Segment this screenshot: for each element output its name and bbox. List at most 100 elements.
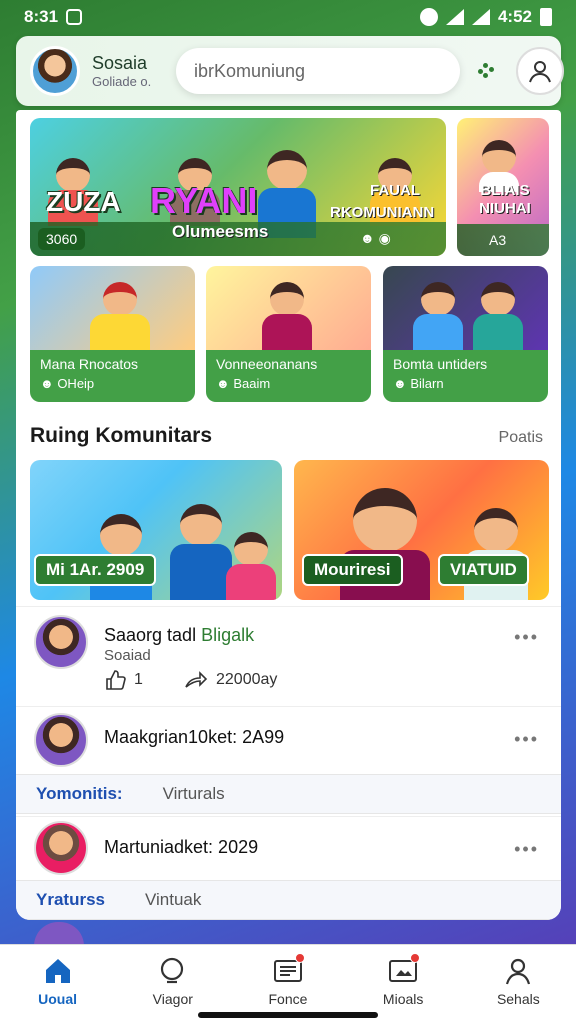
user-icon: ☻ [40, 376, 54, 391]
post-tab-row: Yomonitis: Virturals [16, 774, 561, 814]
home-icon [42, 955, 74, 987]
person-icon [502, 955, 534, 987]
battery-icon [540, 8, 552, 26]
status-time: 8:31 [24, 7, 59, 26]
category-title: Mana Rnocatos [40, 356, 139, 372]
profile-button[interactable] [516, 47, 564, 95]
home-indicator [198, 1012, 378, 1018]
side-banner-chip: A3 [489, 232, 507, 248]
category-sub-label: Bilarn [410, 376, 444, 391]
location-icon [419, 8, 438, 26]
user-icon: ☻ [393, 376, 407, 391]
like-button[interactable]: 1 [104, 669, 143, 691]
category-art [383, 266, 548, 350]
feature-tile[interactable]: Mi 1Ar. 2909 [30, 460, 282, 600]
nav-label: Viagor [152, 991, 193, 1007]
banner-top-label: FAUAL [370, 182, 420, 199]
wifi-icon [471, 9, 490, 25]
share-button[interactable]: 22000ay [184, 669, 277, 691]
category-sub: ☻ OHeip [40, 376, 185, 391]
section-header: Ruing Komunitars Poatis [30, 424, 543, 448]
category-card[interactable]: Vonneeonanans ☻ Baaim [206, 266, 371, 402]
share-text: 22000ay [216, 671, 278, 688]
paw-icon[interactable] [478, 63, 494, 79]
nav-profile[interactable]: Sehals [473, 955, 563, 1007]
category-sub: ☻ Baaim [216, 376, 361, 391]
tab-virtual[interactable]: Vintuak [145, 890, 201, 910]
like-count: 1 [134, 671, 143, 688]
user-icon: ☻ [216, 376, 230, 391]
tile-label-left: Mouriresi [302, 554, 403, 586]
banner-right-label: RKOMUNIANN [330, 204, 435, 221]
post-avatar[interactable] [34, 713, 88, 767]
feature-tile[interactable]: Mouriresi VIATUID [294, 460, 549, 600]
category-title: Bomta untiders [393, 356, 488, 372]
category-footer: Mana Rnocatos ☻ OHeip [30, 350, 195, 402]
main-content: ZUZA RYANI Olumeesms FAUAL RKOMUNIANN ☻ … [16, 110, 561, 920]
banner-subtitle: Olumeesms [172, 222, 269, 241]
section-title: Ruing Komunitars [30, 424, 212, 447]
nav-label: Fonce [268, 991, 308, 1007]
category-sub-label: OHeip [57, 376, 95, 391]
tile-figure [226, 532, 276, 600]
feed-post[interactable]: Maakgrian10ket: 2A99 ••• [16, 706, 561, 772]
status-right-time: 4:52 [497, 7, 532, 26]
nav-label: Uoual [38, 991, 78, 1007]
person-icon [529, 61, 551, 83]
featured-banner[interactable]: ZUZA RYANI Olumeesms FAUAL RKOMUNIANN ☻ … [30, 118, 446, 256]
post-subtitle: Soaiad [104, 647, 151, 664]
post-title: Saaorg tadl Bligalk [104, 625, 254, 646]
post-title-main: Saaorg tadl [104, 625, 202, 645]
share-icon [185, 671, 208, 688]
notification-icon [66, 9, 83, 25]
feed-post[interactable]: Saaorg tadl Bligalk Soaiad ••• 1 22000ay [16, 606, 561, 706]
more-options-icon[interactable]: ••• [514, 729, 539, 750]
category-art [206, 266, 371, 350]
feed-post[interactable]: Martuniadket: 2029 ••• [16, 816, 561, 880]
tile-label-right: VIATUID [438, 554, 529, 586]
category-figure [473, 282, 523, 350]
nav-home[interactable]: Uoual [13, 955, 103, 1007]
post-title-highlight: Bligalk [201, 625, 255, 645]
side-banner[interactable]: BLIAIS NIUHAI A3 [457, 118, 549, 256]
tab-virtual[interactable]: Virturals [163, 784, 225, 804]
category-art [30, 266, 195, 350]
banner-left-title: ZUZA [46, 186, 121, 217]
more-options-icon[interactable]: ••• [514, 627, 539, 648]
search-input[interactable]: ibrKomuniung [176, 48, 460, 94]
post-tab-row: Yraturss Vintuak [16, 880, 561, 920]
category-sub-label: Baaim [233, 376, 271, 391]
nav-news[interactable]: Fonce [243, 953, 333, 1007]
search-icon [157, 955, 189, 987]
category-footer: Bomta untiders ☻ Bilarn [383, 350, 548, 402]
post-avatar[interactable] [34, 615, 88, 669]
nav-search[interactable]: Viagor [128, 955, 218, 1007]
nav-label: Sehals [496, 991, 540, 1007]
notification-badge [294, 953, 305, 963]
signal-icon [445, 9, 464, 25]
nav-media[interactable]: Mioals [358, 953, 448, 1007]
category-figure [262, 282, 312, 350]
more-options-icon[interactable]: ••• [514, 839, 539, 860]
thumb-up-icon [106, 670, 126, 690]
section-see-all-link[interactable]: Poatis [499, 429, 543, 447]
post-avatar[interactable] [34, 821, 88, 875]
category-card[interactable]: Mana Rnocatos ☻ OHeip [30, 266, 195, 402]
category-footer: Vonneeonanans ☻ Baaim [206, 350, 371, 402]
app-header: Sosaia Goliade o. ibrKomuniung [16, 36, 564, 106]
search-placeholder: ibrKomuniung [194, 60, 306, 81]
category-sub: ☻ Bilarn [393, 376, 538, 391]
tab-resources[interactable]: Yraturss [36, 890, 105, 910]
category-figure [90, 282, 150, 350]
banner-title: RYANI [150, 180, 258, 221]
status-bar: 8:31 4:52 [0, 0, 576, 34]
tile-label: Mi 1Ar. 2909 [34, 554, 157, 586]
avatar[interactable] [30, 46, 80, 96]
category-title: Vonneeonanans [216, 356, 318, 372]
banner-icons: ☻ ◉ [360, 230, 391, 246]
category-card[interactable]: Bomta untiders ☻ Bilarn [383, 266, 548, 402]
tab-communities[interactable]: Yomonitis: [36, 784, 123, 804]
banner-chip: 3060 [38, 228, 86, 250]
peek-avatar [34, 922, 84, 946]
tile-figure [170, 504, 232, 600]
